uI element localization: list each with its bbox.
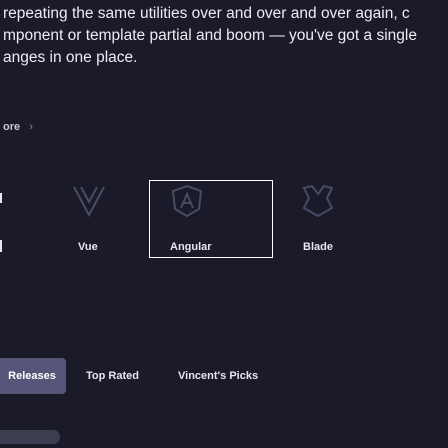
- intro-paragraph: repeating the same utilities over and ov…: [3, 3, 448, 69]
- card-label-blade[interactable]: Blade: [303, 241, 333, 253]
- partial-card-label: [0, 240, 2, 252]
- blade-icon[interactable]: [301, 184, 335, 218]
- card-label-angular[interactable]: Angular: [170, 241, 212, 253]
- vue-icon[interactable]: [72, 184, 106, 218]
- angular-icon[interactable]: [170, 184, 204, 218]
- card-label-vue[interactable]: Vue: [78, 241, 98, 253]
- intro-line-1: repeating the same utilities over and ov…: [3, 5, 410, 22]
- tab-vincents-picks[interactable]: Vincent's Picks: [178, 358, 258, 394]
- partial-card-icon: [0, 193, 2, 203]
- chevron-right-icon: ›: [29, 121, 33, 133]
- intro-line-3: anges in one place.: [3, 49, 138, 66]
- category-tabs: Releases Top Rated Vincent's Picks: [0, 358, 448, 394]
- tab-releases[interactable]: Releases: [0, 358, 66, 394]
- breadcrumb[interactable]: ore ›: [3, 121, 33, 133]
- breadcrumb-label: ore: [3, 121, 21, 133]
- intro-line-2: mponent or template partial and boom — y…: [3, 27, 417, 44]
- tab-top-rated[interactable]: Top Rated: [86, 358, 139, 394]
- horizontal-scrollbar[interactable]: [0, 430, 60, 444]
